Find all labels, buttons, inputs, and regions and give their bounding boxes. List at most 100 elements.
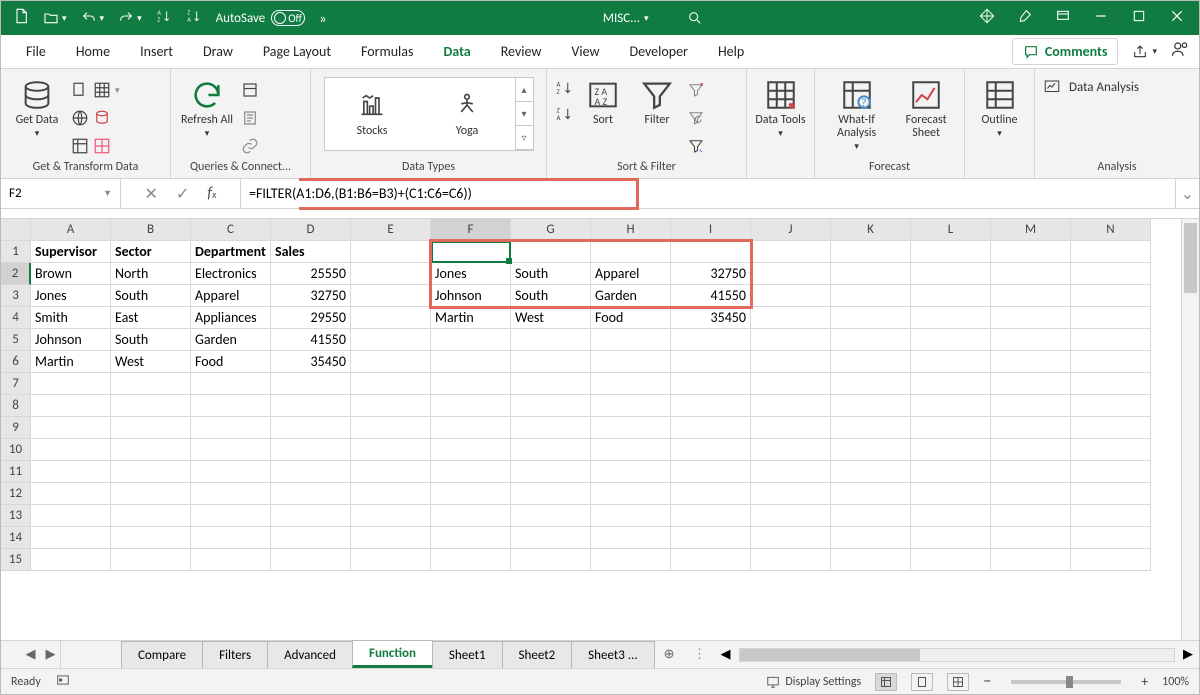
cell-F12[interactable] xyxy=(431,483,511,505)
cell-B9[interactable] xyxy=(111,417,191,439)
cell-G15[interactable] xyxy=(511,549,591,571)
share-button[interactable]: ▾ xyxy=(1132,44,1157,60)
cell-M6[interactable] xyxy=(991,351,1071,373)
cell-J3[interactable] xyxy=(751,285,831,307)
cell-C11[interactable] xyxy=(191,461,271,483)
cell-E5[interactable] xyxy=(351,329,431,351)
col-header-E[interactable]: E xyxy=(351,219,431,241)
cell-J2[interactable] xyxy=(751,263,831,285)
cell-K2[interactable] xyxy=(831,263,911,285)
cell-J5[interactable] xyxy=(751,329,831,351)
display-settings-button[interactable]: Display Settings xyxy=(765,675,861,689)
cell-F7[interactable] xyxy=(431,373,511,395)
cell-G9[interactable] xyxy=(511,417,591,439)
cell-G14[interactable] xyxy=(511,527,591,549)
from-table-icon[interactable] xyxy=(71,135,120,157)
properties-icon[interactable] xyxy=(241,107,259,129)
col-header-D[interactable]: D xyxy=(271,219,351,241)
open-file-icon[interactable]: ▾ xyxy=(43,10,67,26)
tab-insert[interactable]: Insert xyxy=(125,35,188,69)
row-header-7[interactable]: 7 xyxy=(1,373,31,395)
row-header-9[interactable]: 9 xyxy=(1,417,31,439)
cell-I15[interactable] xyxy=(671,549,751,571)
name-box[interactable]: F2▼ xyxy=(1,179,121,208)
cell-J8[interactable] xyxy=(751,395,831,417)
cell-H8[interactable] xyxy=(591,395,671,417)
cell-N2[interactable] xyxy=(1071,263,1151,285)
normal-view-button[interactable] xyxy=(875,673,897,691)
sort-asc-button[interactable]: AZ xyxy=(555,77,573,99)
cell-I2[interactable]: 32750 xyxy=(671,263,751,285)
row-header-10[interactable]: 10 xyxy=(1,439,31,461)
cell-E15[interactable] xyxy=(351,549,431,571)
horizontal-scrollbar[interactable]: ◀▶ xyxy=(715,641,1199,668)
cell-D14[interactable] xyxy=(271,527,351,549)
cell-A12[interactable] xyxy=(31,483,111,505)
cell-H1[interactable] xyxy=(591,241,671,263)
cell-C6[interactable]: Food xyxy=(191,351,271,373)
cell-N4[interactable] xyxy=(1071,307,1151,329)
row-header-1[interactable]: 1 xyxy=(1,241,31,263)
data-analysis-button[interactable]: Data Analysis xyxy=(1043,73,1139,95)
cell-L13[interactable] xyxy=(911,505,991,527)
cell-E13[interactable] xyxy=(351,505,431,527)
cell-K5[interactable] xyxy=(831,329,911,351)
cell-A11[interactable] xyxy=(31,461,111,483)
cell-H10[interactable] xyxy=(591,439,671,461)
cell-A4[interactable]: Smith xyxy=(31,307,111,329)
sort-button[interactable]: Z AA Z Sort xyxy=(579,73,627,127)
cell-D15[interactable] xyxy=(271,549,351,571)
row-header-2[interactable]: 2 xyxy=(1,263,31,285)
col-header-N[interactable]: N xyxy=(1071,219,1151,241)
cell-A6[interactable]: Martin xyxy=(31,351,111,373)
filter-button[interactable]: Filter xyxy=(633,73,681,127)
cell-K13[interactable] xyxy=(831,505,911,527)
cell-A2[interactable]: Brown xyxy=(31,263,111,285)
from-text-icon[interactable]: ▾ xyxy=(71,79,120,101)
cell-M4[interactable] xyxy=(991,307,1071,329)
formula-bar[interactable] xyxy=(241,179,1175,208)
tab-help[interactable]: Help xyxy=(703,35,759,69)
cell-N10[interactable] xyxy=(1071,439,1151,461)
queries-icon[interactable] xyxy=(241,79,259,101)
sheet-tab-filters[interactable]: Filters xyxy=(202,641,268,668)
cell-M9[interactable] xyxy=(991,417,1071,439)
cell-A8[interactable] xyxy=(31,395,111,417)
sheet-tab-sheet2[interactable]: Sheet2 xyxy=(502,641,573,668)
new-file-icon[interactable] xyxy=(13,8,29,28)
cell-D8[interactable] xyxy=(271,395,351,417)
cell-D10[interactable] xyxy=(271,439,351,461)
cell-G5[interactable] xyxy=(511,329,591,351)
comments-button[interactable]: Comments xyxy=(1012,38,1119,65)
col-header-F[interactable]: F xyxy=(431,219,511,241)
cell-H15[interactable] xyxy=(591,549,671,571)
cell-N8[interactable] xyxy=(1071,395,1151,417)
cell-B4[interactable]: East xyxy=(111,307,191,329)
cell-M7[interactable] xyxy=(991,373,1071,395)
zoom-slider[interactable] xyxy=(1011,680,1121,684)
row-header-15[interactable]: 15 xyxy=(1,549,31,571)
cell-E2[interactable] xyxy=(351,263,431,285)
zoom-out-button[interactable]: − xyxy=(983,672,991,691)
cell-A3[interactable]: Jones xyxy=(31,285,111,307)
cell-N3[interactable] xyxy=(1071,285,1151,307)
zoom-level[interactable]: 100% xyxy=(1162,675,1189,689)
cell-J12[interactable] xyxy=(751,483,831,505)
formula-input[interactable] xyxy=(249,179,1167,208)
cell-J15[interactable] xyxy=(751,549,831,571)
cell-I10[interactable] xyxy=(671,439,751,461)
cell-K4[interactable] xyxy=(831,307,911,329)
cell-L5[interactable] xyxy=(911,329,991,351)
cell-K1[interactable] xyxy=(831,241,911,263)
cell-M5[interactable] xyxy=(991,329,1071,351)
diamond-icon[interactable] xyxy=(979,8,995,28)
cell-L10[interactable] xyxy=(911,439,991,461)
cell-F14[interactable] xyxy=(431,527,511,549)
col-header-J[interactable]: J xyxy=(751,219,831,241)
cell-K3[interactable] xyxy=(831,285,911,307)
worksheet-grid[interactable]: ABCDEFGHIJKLMN1SupervisorSectorDepartmen… xyxy=(1,219,1199,640)
cell-N6[interactable] xyxy=(1071,351,1151,373)
undo-icon[interactable]: ▾ xyxy=(81,10,105,26)
cell-H13[interactable] xyxy=(591,505,671,527)
cell-G4[interactable]: West xyxy=(511,307,591,329)
